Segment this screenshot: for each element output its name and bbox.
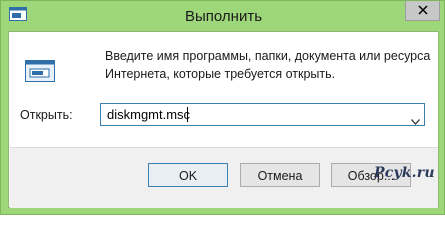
window-title: Выполнить <box>184 8 263 25</box>
text-caret <box>187 107 188 122</box>
close-button[interactable] <box>405 1 440 21</box>
dialog-description: Введите имя программы, папки, документа … <box>105 47 435 83</box>
run-dialog: Выполнить Введите имя программы, папки, … <box>0 0 445 215</box>
open-label: Открыть: <box>20 108 73 122</box>
run-program-icon <box>25 60 55 82</box>
cancel-button[interactable]: Отмена <box>240 163 320 187</box>
chevron-down-icon[interactable] <box>411 112 420 130</box>
ok-button[interactable]: OK <box>148 163 228 187</box>
open-combobox[interactable]: diskmgmt.msc <box>100 103 425 126</box>
description-line-1: Введите имя программы, папки, документа … <box>105 49 431 63</box>
description-line-2: Интернета, которые требуется открыть. <box>105 67 336 81</box>
watermark: Pcyk.ru <box>374 165 435 181</box>
dialog-body: Введите имя программы, папки, документа … <box>8 31 439 208</box>
close-icon <box>418 5 428 15</box>
open-input[interactable]: diskmgmt.msc <box>107 107 190 122</box>
